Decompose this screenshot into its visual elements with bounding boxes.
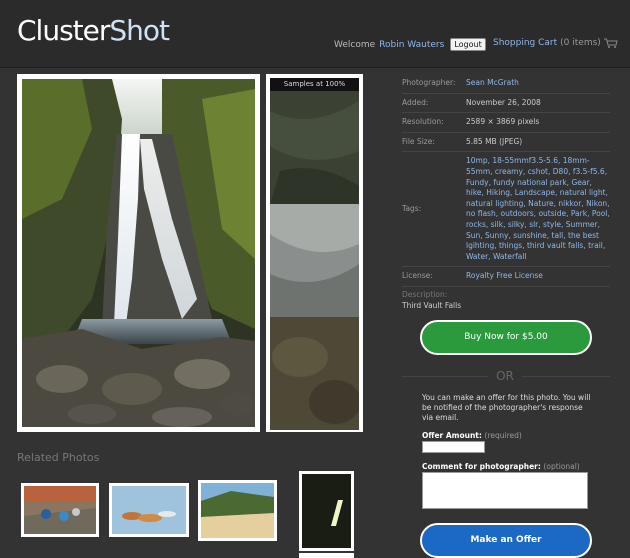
related-photo-thumb[interactable]	[299, 553, 354, 558]
detail-key: Resolution:	[402, 117, 444, 127]
detail-value: 5.85 MB (JPEG)	[466, 136, 523, 146]
detail-key: Photographer:	[402, 78, 456, 87]
offer-amount-label: Offer Amount: (required)	[422, 431, 522, 440]
offer-info: You can make an offer for this photo. Yo…	[422, 393, 591, 422]
offer-amount-input[interactable]	[422, 441, 485, 453]
detail-filesize: File Size: 5.85 MB (JPEG)	[402, 133, 610, 153]
required-note: (required)	[484, 431, 522, 440]
user-link[interactable]: Robin Wauters	[379, 40, 444, 50]
related-photo-image	[302, 474, 351, 548]
comment-label: Comment for photographer: (optional)	[422, 462, 580, 471]
sample-crop-1[interactable]	[270, 91, 359, 204]
related-photo-thumb[interactable]	[299, 471, 354, 551]
logo[interactable]: ClusterShot	[17, 14, 170, 47]
detail-key: License:	[402, 271, 433, 281]
detail-license: License: Royalty Free License	[402, 267, 610, 287]
logo-part2: Shot	[109, 14, 170, 47]
welcome-text: Welcome	[334, 39, 376, 50]
detail-description: Description: Third Vault Falls	[402, 287, 610, 310]
detail-key: Description:	[402, 289, 448, 299]
photographer-link[interactable]: Sean McGrath	[466, 78, 519, 89]
related-photo-thumb[interactable]	[198, 480, 277, 541]
cart-label: Shopping Cart	[493, 38, 558, 48]
sample-crop-2[interactable]	[270, 204, 359, 317]
related-photo-thumb[interactable]	[109, 483, 189, 537]
buy-now-button[interactable]: Buy Now for $5.00	[420, 320, 592, 355]
related-photo-thumb[interactable]	[21, 483, 99, 537]
logout-button[interactable]: Logout	[450, 38, 486, 51]
detail-value: November 26, 2008	[466, 97, 541, 107]
tags-list[interactable]: 10mp, 18-55mmf3.5-5.6, 18mm-55mm, creamy…	[466, 156, 610, 262]
samples-caption: Samples at 100%	[270, 78, 359, 91]
label-text: Comment for photographer:	[422, 462, 541, 471]
detail-value: 2589 × 3869 pixels	[466, 117, 540, 127]
detail-key: Tags:	[402, 204, 422, 214]
samples-panel: Samples at 100%	[266, 74, 363, 432]
header: ClusterShot Welcome Robin Wauters Logout…	[0, 0, 630, 68]
related-photo-image	[201, 483, 274, 538]
photo-details: Photographer: Sean McGrath Added: November…	[402, 74, 610, 310]
detail-value: Third Vault Falls	[402, 300, 462, 310]
comment-textarea[interactable]	[422, 472, 588, 509]
sample-crop-3[interactable]	[270, 317, 361, 430]
detail-tags: Tags: 10mp, 18-55mmf3.5-5.6, 18mm-55mm, c…	[402, 152, 610, 268]
optional-note: (optional)	[543, 462, 580, 471]
license-link[interactable]: Royalty Free License	[466, 271, 543, 282]
detail-photographer: Photographer: Sean McGrath	[402, 74, 610, 94]
shopping-cart-link[interactable]: Shopping Cart (0 items)	[493, 38, 618, 48]
make-offer-button[interactable]: Make an Offer	[420, 523, 592, 558]
label-text: Offer Amount:	[422, 431, 482, 440]
detail-added: Added: November 26, 2008	[402, 94, 610, 114]
related-photo-image	[112, 486, 186, 534]
waterfall-image	[22, 79, 255, 427]
related-photo-image	[24, 486, 96, 534]
logo-part1: Cluster	[17, 14, 110, 47]
cart-icon	[603, 38, 618, 48]
cart-count: (0 items)	[560, 38, 601, 48]
main-photo[interactable]	[17, 74, 260, 432]
or-separator: OR	[488, 369, 522, 383]
welcome-bar: Welcome Robin Wauters Logout	[334, 38, 486, 51]
detail-key: Added:	[402, 97, 429, 107]
related-photos-title: Related Photos	[17, 451, 100, 464]
detail-resolution: Resolution: 2589 × 3869 pixels	[402, 113, 610, 133]
detail-key: File Size:	[402, 136, 435, 146]
